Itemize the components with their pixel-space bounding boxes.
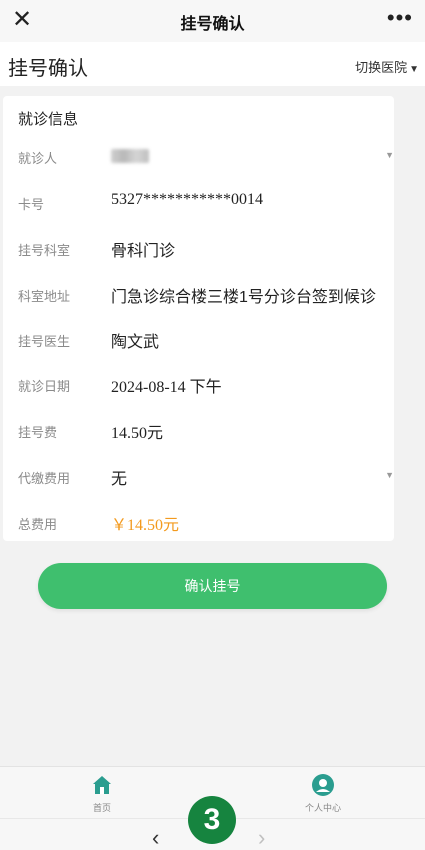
department-row: 挂号科室 骨科门诊 xyxy=(3,234,394,264)
field-label: 卡号 xyxy=(18,197,45,212)
visit-info-card: 就诊信息 就诊人 ▼ 卡号 5327***********0014 挂号科室 骨… xyxy=(3,96,394,541)
page-title: 挂号确认 xyxy=(8,58,88,80)
visit-date-row: 就诊日期 2024-08-14 下午 xyxy=(3,370,394,400)
tab-label: 个人中心 xyxy=(304,803,341,813)
field-label: 总费用 xyxy=(18,517,58,532)
top-bar: ✕ 挂号确认 ••• xyxy=(0,0,425,42)
field-label: 就诊人 xyxy=(18,151,58,166)
caret-down-icon: ▼ xyxy=(409,64,419,75)
field-label: 挂号费 xyxy=(18,425,58,440)
step-number-badge: 3 xyxy=(188,796,236,844)
address-value: 门急诊综合楼三楼1号分诊台签到候诊 xyxy=(111,289,376,306)
forward-icon[interactable]: › xyxy=(258,825,265,850)
field-label: 挂号医生 xyxy=(18,334,71,349)
home-icon xyxy=(93,776,111,794)
back-icon[interactable]: ‹ xyxy=(152,825,159,850)
section-title: 就诊信息 xyxy=(18,111,79,128)
tab-home[interactable]: 首页 xyxy=(57,773,147,814)
extra-fee-value: 无 xyxy=(111,471,128,488)
patient-row[interactable]: 就诊人 ▼ xyxy=(3,142,394,172)
tab-label: 首页 xyxy=(92,803,111,813)
confirm-registration-button[interactable]: 确认挂号 xyxy=(38,563,387,609)
visit-date-value: 2024-08-14 下午 xyxy=(111,379,222,396)
user-center-icon xyxy=(312,774,334,796)
dropdown-caret-icon: ▼ xyxy=(385,150,394,160)
window-title: 挂号确认 xyxy=(180,16,245,33)
switch-hospital-button[interactable]: 切换医院 ▼ xyxy=(355,57,419,76)
fee-value: 14.50元 xyxy=(111,425,164,442)
doctor-row: 挂号医生 陶文武 xyxy=(3,325,394,355)
field-label: 挂号科室 xyxy=(18,243,71,258)
extra-fee-row[interactable]: 代缴费用 无 ▼ xyxy=(3,462,394,492)
dropdown-caret-icon: ▼ xyxy=(385,470,394,480)
card-number-value: 5327***********0014 xyxy=(111,191,263,208)
more-options-icon[interactable]: ••• xyxy=(387,5,413,31)
tab-profile[interactable]: 个人中心 xyxy=(278,773,368,814)
fee-row: 挂号费 14.50元 xyxy=(3,416,394,446)
page-header: 挂号确认 切换医院 ▼ xyxy=(0,42,425,86)
field-label: 就诊日期 xyxy=(18,379,71,394)
field-label: 科室地址 xyxy=(18,289,71,304)
total-row: 总费用 ￥14.50元 xyxy=(3,508,394,538)
address-row: 科室地址 门急诊综合楼三楼1号分诊台签到候诊 xyxy=(3,280,394,310)
total-value: ￥14.50元 xyxy=(111,517,180,534)
card-number-row: 卡号 5327***********0014 xyxy=(3,188,394,218)
patient-name-blurred xyxy=(111,149,149,163)
switch-hospital-label: 切换医院 xyxy=(355,60,408,75)
department-value: 骨科门诊 xyxy=(111,243,176,260)
field-label: 代缴费用 xyxy=(18,471,71,486)
doctor-value: 陶文武 xyxy=(111,334,160,351)
